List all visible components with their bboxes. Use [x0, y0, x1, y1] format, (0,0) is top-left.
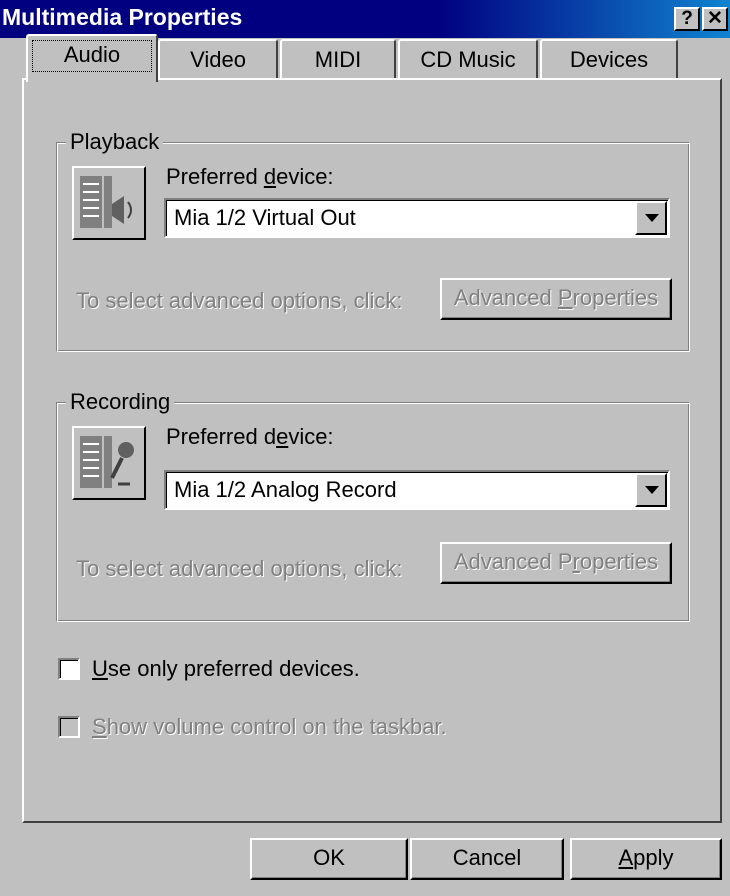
recording-group — [56, 402, 690, 622]
tab-label: CD Music — [420, 47, 516, 72]
show-volume-control-checkbox[interactable] — [58, 716, 80, 738]
button-label: Advanced Properties — [453, 285, 659, 310]
tab-cd-music[interactable]: CD Music — [398, 39, 538, 81]
tab-focus-rect — [32, 40, 152, 72]
button-label: OK — [313, 845, 345, 870]
apply-button[interactable]: Apply — [570, 838, 722, 880]
playback-group — [56, 142, 690, 352]
tab-midi[interactable]: MIDI — [280, 39, 396, 81]
use-preferred-only-checkbox[interactable] — [58, 658, 80, 680]
dropdown-button[interactable] — [635, 473, 667, 507]
show-volume-control-label: Show volume control on the taskbar. — [92, 714, 447, 739]
playback-device-dropdown[interactable]: Mia 1/2 Virtual Out — [164, 198, 670, 238]
recording-group-label: Recording — [66, 390, 175, 414]
recording-preferred-label: Preferred device: — [166, 424, 334, 449]
button-label: Cancel — [452, 845, 522, 870]
button-label: Advanced Properties — [453, 549, 659, 574]
button-label: Apply — [618, 845, 674, 870]
playback-preferred-label: Preferred device: — [166, 164, 334, 189]
playback-advanced-properties-button[interactable]: Advanced Properties — [440, 278, 672, 320]
tab-devices[interactable]: Devices — [540, 39, 678, 81]
dropdown-button[interactable] — [635, 201, 667, 235]
recording-advanced-properties-button[interactable]: Advanced Properties — [440, 542, 672, 584]
playback-advanced-hint: To select advanced options, click: — [76, 288, 403, 313]
microphone-icon — [80, 436, 134, 488]
close-icon: ✕ — [707, 8, 723, 29]
tab-label: Devices — [569, 47, 649, 72]
chevron-down-icon — [645, 486, 659, 494]
cancel-button[interactable]: Cancel — [410, 838, 564, 880]
title-bar[interactable]: Multimedia Properties ? ✕ — [0, 0, 730, 38]
speaker-icon — [80, 176, 132, 228]
playback-device-value: Mia 1/2 Virtual Out — [174, 205, 356, 230]
help-icon: ? — [681, 8, 693, 29]
recording-device-icon — [72, 426, 146, 500]
help-button[interactable]: ? — [674, 7, 700, 31]
close-button[interactable]: ✕ — [702, 7, 728, 31]
window-title: Multimedia Properties — [2, 4, 243, 30]
use-preferred-only-label[interactable]: Use only preferred devices. — [92, 656, 360, 682]
tab-panel-audio: Playback Preferred device: Mia 1/2 Virtu… — [22, 78, 722, 823]
playback-device-icon — [72, 166, 146, 240]
chevron-down-icon — [645, 214, 659, 222]
playback-group-label: Playback — [66, 130, 164, 154]
recording-device-dropdown[interactable]: Mia 1/2 Analog Record — [164, 470, 670, 510]
ok-button[interactable]: OK — [250, 838, 408, 880]
recording-advanced-hint: To select advanced options, click: — [76, 556, 403, 581]
recording-device-value: Mia 1/2 Analog Record — [174, 477, 397, 502]
tab-label: Video — [190, 47, 246, 72]
tab-video[interactable]: Video — [158, 39, 278, 81]
tab-label: MIDI — [314, 47, 362, 72]
tab-audio[interactable]: Audio — [26, 34, 158, 82]
